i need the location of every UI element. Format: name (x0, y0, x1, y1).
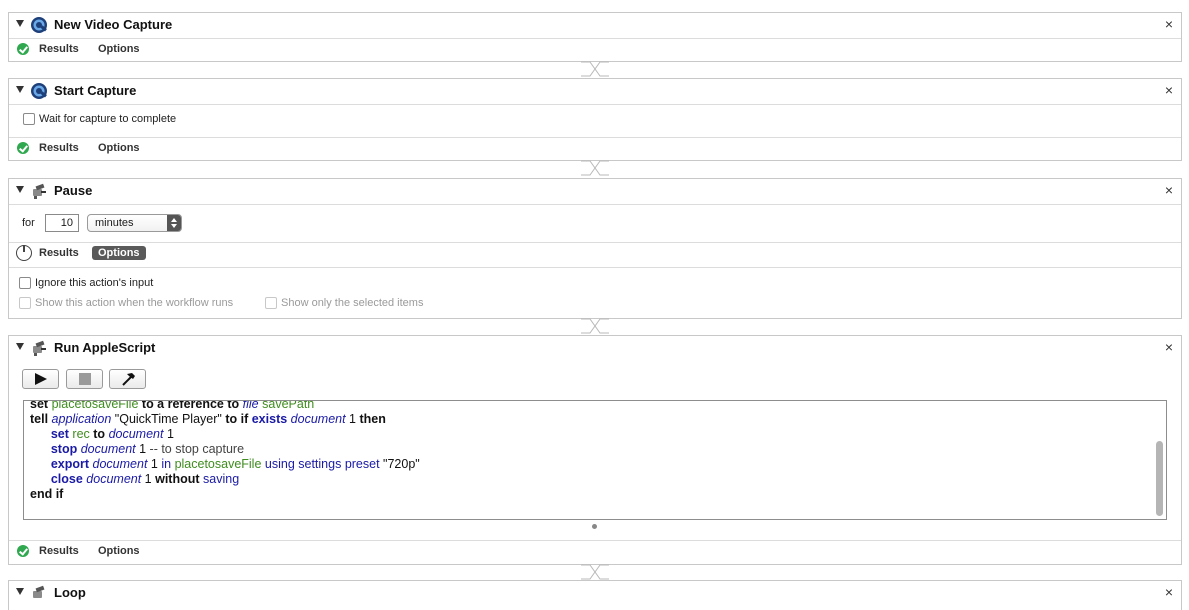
action-tabs: Results Options (9, 243, 1181, 265)
chevron-updown-icon (167, 215, 181, 231)
tab-results[interactable]: Results (33, 141, 85, 155)
action-title: Pause (54, 183, 93, 198)
action-title: Start Capture (54, 83, 137, 98)
action-header: Start Capture × (9, 79, 1181, 104)
quicktime-icon (31, 83, 47, 99)
ignore-input-label: Ignore this action's input (35, 277, 154, 289)
show-when-runs-label: Show this action when the workflow runs (35, 297, 234, 309)
ignore-input-checkbox[interactable] (19, 277, 31, 289)
action-title: Run AppleScript (54, 340, 156, 355)
duration-input[interactable]: 10 (45, 214, 79, 232)
hammer-icon (122, 373, 135, 386)
wait-for-capture-checkbox[interactable] (23, 113, 35, 125)
script-editor[interactable]: set placetosaveFile to a reference to fi… (23, 400, 1167, 520)
action-loop: Loop × (8, 580, 1182, 610)
disclosure-triangle-icon[interactable] (16, 186, 24, 193)
action-header: New Video Capture × (9, 13, 1181, 38)
tab-options[interactable]: Options (92, 544, 146, 558)
action-pause: Pause × for 10 minutes Results Options I… (8, 178, 1182, 319)
action-new-video-capture: New Video Capture × Results Options (8, 12, 1182, 62)
tab-results[interactable]: Results (33, 42, 85, 56)
show-selected-checkbox[interactable] (265, 297, 277, 309)
wait-for-capture-label: Wait for capture to complete (39, 113, 177, 125)
for-label: for (22, 217, 35, 229)
action-title: New Video Capture (54, 17, 173, 32)
divider (9, 204, 1181, 205)
automator-robot-icon (33, 183, 46, 199)
script-text: set placetosaveFile to a reference to fi… (30, 400, 420, 501)
action-header: Loop × (9, 581, 1181, 606)
close-icon[interactable]: × (1165, 584, 1173, 600)
close-icon[interactable]: × (1165, 82, 1173, 98)
vertical-scrollbar[interactable] (1156, 441, 1163, 516)
action-tabs: Results Options (9, 541, 1181, 563)
action-start-capture: Start Capture × Wait for capture to comp… (8, 78, 1182, 161)
action-header: Run AppleScript × (9, 336, 1181, 361)
divider (9, 267, 1181, 268)
action-connector (581, 564, 609, 580)
action-tabs: Results Options (9, 39, 1181, 61)
disclosure-triangle-icon[interactable] (16, 588, 24, 595)
action-run-applescript: Run AppleScript × set placetosaveFile to… (8, 335, 1182, 565)
progress-clock-icon (16, 245, 32, 261)
action-tabs: Results Options (9, 138, 1181, 160)
tab-results[interactable]: Results (33, 544, 85, 558)
show-selected-label: Show only the selected items (281, 297, 424, 309)
play-icon (35, 373, 47, 385)
tab-options[interactable]: Options (92, 246, 146, 260)
resize-handle[interactable] (592, 524, 597, 529)
stop-script-button[interactable] (66, 369, 103, 389)
unit-select-value: minutes (95, 217, 134, 229)
success-check-icon (17, 43, 29, 55)
close-icon[interactable]: × (1165, 16, 1173, 32)
tab-options[interactable]: Options (92, 141, 146, 155)
action-connector (581, 61, 609, 77)
disclosure-triangle-icon[interactable] (16, 20, 24, 27)
run-script-button[interactable] (22, 369, 59, 389)
automator-robot-icon (33, 340, 46, 356)
success-check-icon (17, 545, 29, 557)
success-check-icon (17, 142, 29, 154)
action-connector (581, 318, 609, 334)
disclosure-triangle-icon[interactable] (16, 343, 24, 350)
disclosure-triangle-icon[interactable] (16, 86, 24, 93)
tab-results[interactable]: Results (33, 246, 85, 260)
stop-icon (79, 373, 91, 385)
show-when-runs-checkbox[interactable] (19, 297, 31, 309)
automator-robot-icon (33, 585, 45, 598)
quicktime-icon (31, 17, 47, 33)
unit-select[interactable]: minutes (87, 214, 182, 232)
compile-script-button[interactable] (109, 369, 146, 389)
tab-options[interactable]: Options (92, 42, 146, 56)
close-icon[interactable]: × (1165, 182, 1173, 198)
divider (9, 104, 1181, 105)
action-connector (581, 160, 609, 176)
action-header: Pause × (9, 179, 1181, 204)
close-icon[interactable]: × (1165, 339, 1173, 355)
